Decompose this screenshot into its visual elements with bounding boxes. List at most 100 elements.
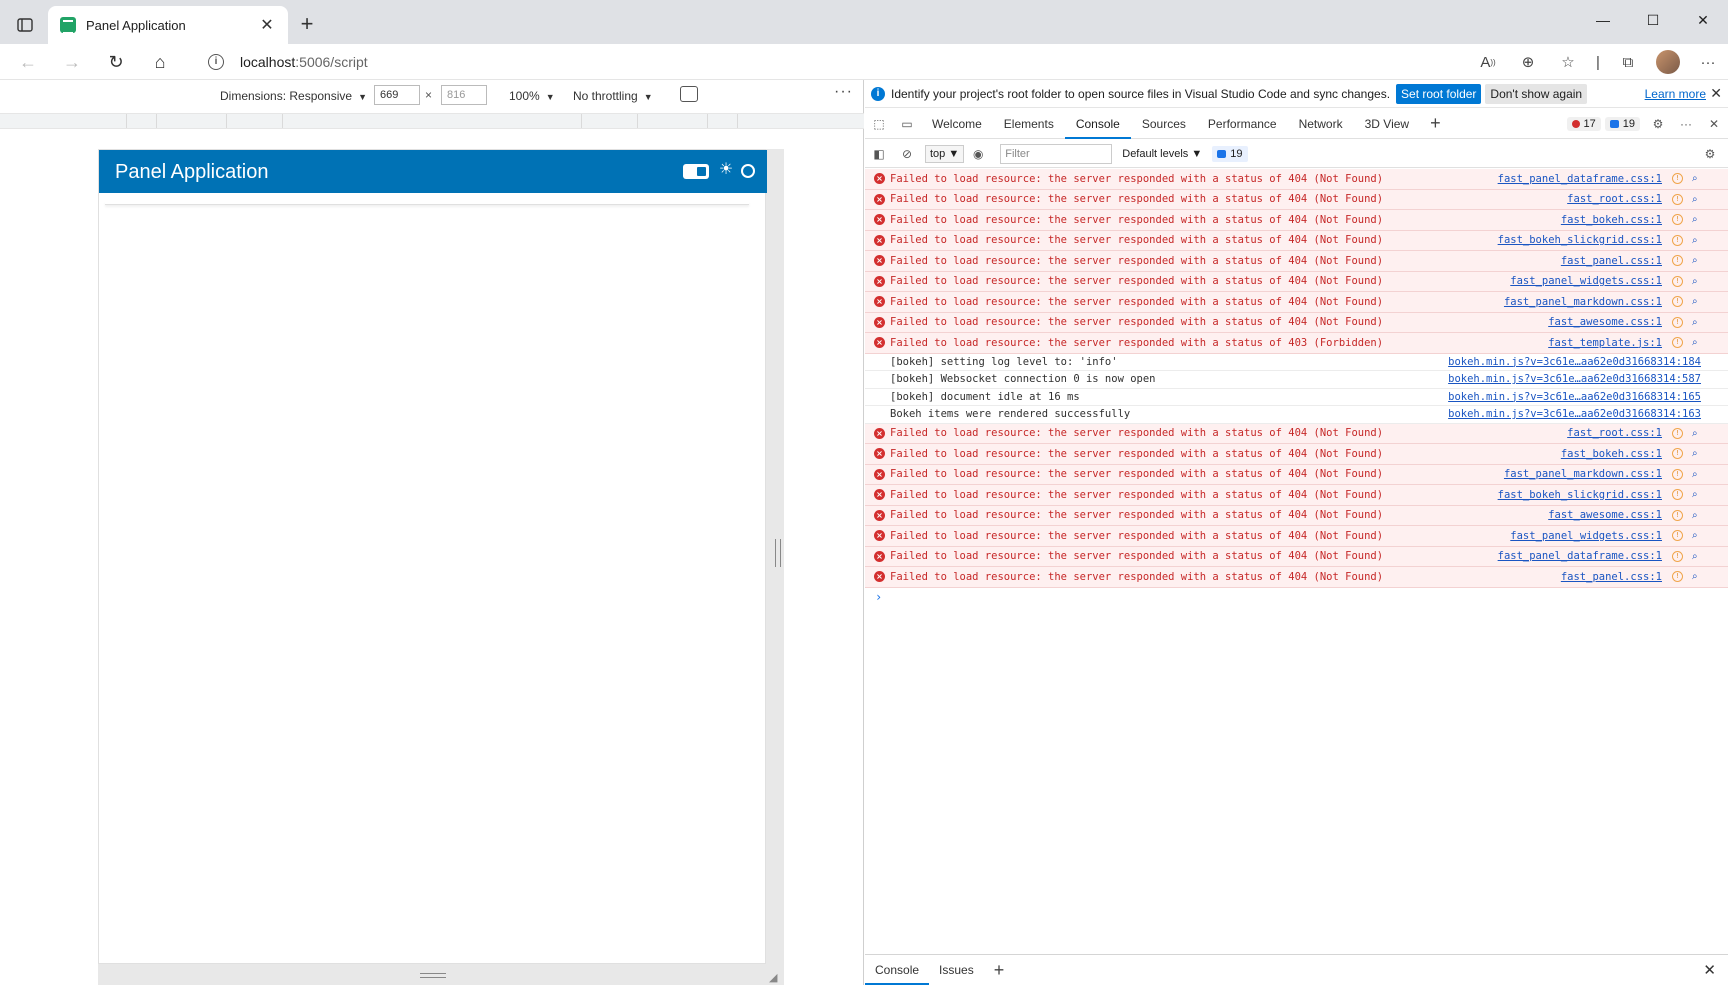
collections-icon[interactable]: ⧉ [1608,48,1648,76]
log-source-link[interactable]: fast_panel_dataframe.css:1 [1498,550,1662,562]
search-icon[interactable]: ⌕ [1692,235,1704,246]
log-source-link[interactable]: fast_awesome.css:1 [1548,316,1662,328]
media-query-ruler[interactable] [0,113,864,129]
search-icon[interactable]: ⌕ [1692,173,1704,184]
log-source-link[interactable]: bokeh.min.js?v=3c61e…aa62e0d31668314:163 [1448,408,1701,420]
log-source-link[interactable]: fast_panel_markdown.css:1 [1504,296,1662,308]
sidebar-toggle-icon[interactable]: ◧ [865,140,893,168]
log-source-link[interactable]: fast_bokeh.css:1 [1561,214,1662,226]
tab-performance[interactable]: Performance [1197,109,1288,139]
close-devtools-icon[interactable]: ✕ [1700,110,1728,138]
device-toolbar-icon[interactable]: ▭ [893,110,921,138]
close-tab-icon[interactable]: ✕ [258,15,276,35]
profile-avatar[interactable] [1648,48,1688,76]
tab-actions-icon[interactable] [12,12,38,38]
search-icon[interactable]: ⌕ [1692,428,1704,439]
live-expression-eye-icon[interactable]: ◉ [964,140,992,168]
issue-icon[interactable]: ! [1672,427,1683,439]
log-source-link[interactable]: fast_root.css:1 [1567,427,1662,439]
back-icon[interactable]: ← [14,50,42,74]
log-source-link[interactable]: fast_template.js:1 [1548,337,1662,349]
zoom-select[interactable]: 100% ▼ [509,89,555,103]
log-source-link[interactable]: fast_panel_widgets.css:1 [1510,275,1662,287]
issue-icon[interactable]: ! [1672,448,1683,460]
maximize-button[interactable]: ☐ [1628,0,1678,40]
zoom-icon[interactable]: ⊕ [1508,48,1548,76]
inspect-icon[interactable]: ⬚ [865,110,893,138]
close-window-button[interactable]: ✕ [1678,0,1728,40]
drawer-tab-issues[interactable]: Issues [929,955,984,985]
read-aloud-icon[interactable]: A)) [1468,48,1508,76]
log-source-link[interactable]: fast_bokeh_slickgrid.css:1 [1498,234,1662,246]
log-source-link[interactable]: fast_panel.css:1 [1561,571,1662,583]
console-settings-gear-icon[interactable]: ⚙ [1696,140,1724,168]
search-icon[interactable]: ⌕ [1692,214,1704,225]
message-count-badge[interactable]: 19 [1212,145,1248,162]
issue-icon[interactable]: ! [1672,173,1683,185]
filter-input[interactable]: Filter [1000,143,1113,164]
resize-handle-side[interactable] [775,539,781,567]
issue-icon[interactable]: ! [1672,489,1683,501]
log-source-link[interactable]: fast_bokeh_slickgrid.css:1 [1498,489,1662,501]
search-icon[interactable]: ⌕ [1692,571,1704,582]
new-tab-button[interactable]: + [294,12,320,38]
site-info-icon[interactable]: i [208,54,224,70]
search-icon[interactable]: ⌕ [1692,469,1704,480]
issue-icon[interactable]: ! [1672,255,1683,267]
issue-icon[interactable]: ! [1672,468,1683,480]
search-icon[interactable]: ⌕ [1692,296,1704,307]
more-options-icon[interactable]: ··· [834,83,853,101]
search-icon[interactable]: ⌕ [1692,317,1704,328]
theme-toggle[interactable] [683,164,709,179]
search-icon[interactable]: ⌕ [1692,489,1704,500]
tab-welcome[interactable]: Welcome [921,109,993,139]
context-select[interactable]: top ▼ [925,144,965,163]
search-icon[interactable]: ⌕ [1692,448,1704,459]
log-source-link[interactable]: bokeh.min.js?v=3c61e…aa62e0d31668314:184 [1448,356,1701,368]
issue-icon[interactable]: ! [1672,234,1683,246]
log-source-link[interactable]: fast_panel.css:1 [1561,255,1662,267]
reload-icon[interactable]: ↻ [102,50,130,74]
minimize-button[interactable]: — [1578,0,1628,40]
search-icon[interactable]: ⌕ [1692,255,1704,266]
url-input[interactable]: i localhost:5006/script [190,47,1510,77]
browser-tab[interactable]: Panel Application ✕ [48,6,288,44]
resize-handle-bottom[interactable] [420,973,446,978]
tab-3d-view[interactable]: 3D View [1354,109,1420,139]
issue-icon[interactable]: ! [1672,550,1683,562]
settings-gear-icon[interactable]: ⚙ [1644,110,1672,138]
dimensions-select[interactable]: Dimensions: Responsive ▼ [220,89,367,103]
dont-show-again-button[interactable]: Don't show again [1485,83,1588,104]
more-icon[interactable]: ··· [1688,48,1728,76]
close-drawer-icon[interactable]: ✕ [1703,961,1716,979]
close-icon[interactable]: ✕ [1710,85,1722,102]
issue-icon[interactable]: ! [1672,275,1683,287]
log-source-link[interactable]: fast_panel_dataframe.css:1 [1498,173,1662,185]
console-prompt-input[interactable]: › [865,588,1728,606]
tab-elements[interactable]: Elements [993,109,1065,139]
add-tab-icon[interactable]: + [1420,113,1451,134]
forward-icon[interactable]: → [58,50,86,74]
clear-console-icon[interactable]: ⊘ [893,140,921,168]
learn-more-link[interactable]: Learn more [1645,87,1706,101]
search-icon[interactable]: ⌕ [1692,551,1704,562]
log-source-link[interactable]: bokeh.min.js?v=3c61e…aa62e0d31668314:587 [1448,373,1701,385]
search-icon[interactable]: ⌕ [1692,337,1704,348]
issue-icon[interactable]: ! [1672,337,1683,349]
log-source-link[interactable]: bokeh.min.js?v=3c61e…aa62e0d31668314:165 [1448,391,1701,403]
circle-icon[interactable] [741,164,755,178]
height-input[interactable]: 816 [441,85,487,105]
search-icon[interactable]: ⌕ [1692,276,1704,287]
tab-console[interactable]: Console [1064,109,1131,139]
issue-icon[interactable]: ! [1672,316,1683,328]
log-source-link[interactable]: fast_panel_widgets.css:1 [1510,530,1662,542]
drawer-add-icon[interactable]: + [984,960,1015,981]
search-icon[interactable]: ⌕ [1692,510,1704,521]
more-tools-icon[interactable]: ··· [1672,110,1700,138]
issue-icon[interactable]: ! [1672,509,1683,521]
log-source-link[interactable]: fast_bokeh.css:1 [1561,448,1662,460]
log-source-link[interactable]: fast_root.css:1 [1567,193,1662,205]
resize-corner-icon[interactable]: ◢ [769,971,781,984]
tab-sources[interactable]: Sources [1131,109,1197,139]
search-icon[interactable]: ⌕ [1692,530,1704,541]
